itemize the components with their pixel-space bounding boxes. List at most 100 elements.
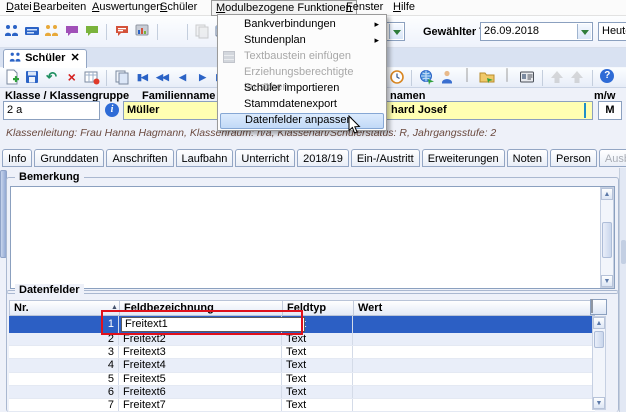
- tab-noten[interactable]: Noten: [507, 149, 548, 167]
- first-name-value: hard Josef: [391, 102, 447, 119]
- bemerkung-scrollbar[interactable]: ▲ ▼: [600, 187, 614, 288]
- menu-item-stundenplan[interactable]: Stundenplan ▸: [220, 33, 384, 49]
- sex-field[interactable]: M: [598, 101, 622, 120]
- cell-typ: Text: [282, 386, 353, 398]
- undo-icon[interactable]: ↶: [43, 69, 60, 86]
- scroll-down-icon[interactable]: ▼: [601, 275, 613, 287]
- clock-icon[interactable]: [388, 69, 405, 86]
- tab-ein-austritt[interactable]: Ein-/Austritt: [351, 149, 420, 167]
- edit-table-icon[interactable]: [83, 69, 100, 86]
- cell-feld: Freitext5: [119, 373, 282, 385]
- combo-arrow-icon[interactable]: [389, 24, 403, 39]
- tab-laufbahn[interactable]: Laufbahn: [176, 149, 234, 167]
- date-picker[interactable]: 26.09.2018: [480, 22, 593, 41]
- scroll-up-icon[interactable]: ▲: [593, 317, 605, 329]
- modulbezogene-funktionen-menu: Bankverbindungen ▸ Stundenplan ▸ Textbau…: [217, 14, 387, 131]
- arrow-up-icon[interactable]: [549, 69, 566, 86]
- table-scrollbar[interactable]: ▲ ▼: [592, 316, 606, 410]
- table-row[interactable]: 4 Freitext4 Text: [9, 359, 595, 372]
- help-icon[interactable]: ?: [599, 69, 616, 86]
- close-icon[interactable]: ✕: [70, 52, 79, 64]
- column-select-button[interactable]: [590, 299, 607, 315]
- tab-unterricht[interactable]: Unterricht: [235, 149, 295, 167]
- scroll-up-icon[interactable]: ▲: [601, 188, 613, 200]
- copy-icon[interactable]: [194, 23, 211, 40]
- students-yellow-icon[interactable]: [43, 23, 60, 40]
- id-card-icon[interactable]: [518, 69, 535, 86]
- bemerkung-textarea[interactable]: ▲ ▼: [10, 186, 615, 289]
- menu-item-schueler-importieren[interactable]: Schüler importieren: [220, 81, 384, 97]
- tab-schuljahr[interactable]: 2018/19: [297, 149, 349, 167]
- bemerkung-label: Bemerkung: [15, 171, 84, 183]
- outer-scrollbar-thumb[interactable]: [621, 240, 626, 264]
- today-field[interactable]: Heute: [598, 22, 626, 41]
- students-icon[interactable]: [3, 23, 20, 40]
- delete-icon[interactable]: ×: [63, 69, 80, 86]
- table-row[interactable]: 7 Freitext7 Text: [9, 399, 595, 412]
- tab-grunddaten[interactable]: Grunddaten: [34, 149, 104, 167]
- save-icon[interactable]: [23, 69, 40, 86]
- copy-page-icon[interactable]: [113, 69, 130, 86]
- table-row[interactable]: 6 Freitext6 Text: [9, 386, 595, 399]
- folder-export-icon[interactable]: [478, 69, 495, 86]
- menu-auswertungen[interactable]: Auswertungen: [88, 0, 166, 16]
- tab-info[interactable]: Info: [2, 149, 32, 167]
- toolbar-separator: [411, 70, 412, 86]
- outer-scrollbar[interactable]: [619, 168, 626, 412]
- cell-nr: 7: [9, 399, 119, 411]
- grid-icon[interactable]: [458, 69, 475, 86]
- datenfelder-label: Datenfelder: [15, 284, 84, 296]
- tab-erweiterungen[interactable]: Erweiterungen: [422, 149, 505, 167]
- new-record-icon[interactable]: [3, 69, 20, 86]
- column-wert[interactable]: Wert: [354, 301, 594, 315]
- annotation-red-box: [101, 310, 303, 335]
- menu-hilfe[interactable]: Hilfe: [389, 0, 419, 16]
- datenfelder-groupbox: Datenfelder Nr. ▲ Feldbezeichnung Feldty…: [6, 290, 619, 412]
- cell-wert: [353, 399, 595, 411]
- globe-export-icon[interactable]: [418, 69, 435, 86]
- toolbar-separator: [592, 70, 593, 86]
- menu-item-label: Schüler importieren: [244, 82, 339, 94]
- nav-back-icon[interactable]: ◀: [174, 69, 191, 86]
- cell-wert: [353, 359, 595, 371]
- person-icon[interactable]: [438, 69, 455, 86]
- arrow-up-icon[interactable]: [569, 69, 586, 86]
- cell-typ: Text: [282, 346, 353, 358]
- table-row[interactable]: 3 Freitext3 Text: [9, 346, 595, 359]
- mouse-cursor: [348, 115, 361, 135]
- text-caret: [584, 103, 586, 118]
- cell-typ: Text: [282, 359, 353, 371]
- tab-person[interactable]: Person: [550, 149, 597, 167]
- scrollbar-thumb[interactable]: [602, 222, 612, 258]
- doc-tab-label: Schüler: [25, 52, 65, 64]
- tab-anschriften[interactable]: Anschriften: [106, 149, 173, 167]
- nav-fast-back-icon[interactable]: ◀◀: [154, 69, 171, 86]
- menu-item-stammdatenexport[interactable]: Stammdatenexport: [220, 97, 384, 113]
- keyboard-icon[interactable]: [23, 23, 40, 40]
- bemerkung-groupbox: Bemerkung ▲ ▼: [6, 177, 619, 294]
- scroll-down-icon[interactable]: ▼: [593, 397, 605, 409]
- date-dropdown-icon[interactable]: [577, 24, 591, 39]
- class-field[interactable]: 2 a: [3, 101, 100, 120]
- nav-forward-icon[interactable]: ▶: [194, 69, 211, 86]
- table-row[interactable]: 5 Freitext5 Text: [9, 373, 595, 386]
- scrollbar-thumb[interactable]: [594, 331, 604, 348]
- nav-first-icon[interactable]: ▮◀: [133, 69, 150, 86]
- menu-item-bankverbindungen[interactable]: Bankverbindungen ▸: [220, 17, 384, 33]
- cell-typ: Text: [282, 373, 353, 385]
- pie-chart-icon[interactable]: [164, 23, 181, 40]
- info-icon[interactable]: i: [105, 103, 119, 117]
- chat-green-icon[interactable]: [83, 23, 100, 40]
- menu-schueler[interactable]: Schüler: [156, 0, 201, 16]
- family-name-field[interactable]: Müller: [123, 101, 220, 120]
- menu-bearbeiten[interactable]: Bearbeiten: [29, 0, 90, 16]
- box-icon[interactable]: [498, 69, 515, 86]
- toolbar-separator: [542, 70, 543, 86]
- sex-value: M: [605, 104, 614, 116]
- doc-tab-schueler[interactable]: Schüler ✕: [3, 49, 87, 68]
- chat-red-icon[interactable]: [113, 23, 130, 40]
- cell-feld: Freitext4: [119, 359, 282, 371]
- textbaustein-icon: [223, 51, 235, 63]
- chat-purple-icon[interactable]: [63, 23, 80, 40]
- report-print-icon[interactable]: [133, 23, 150, 40]
